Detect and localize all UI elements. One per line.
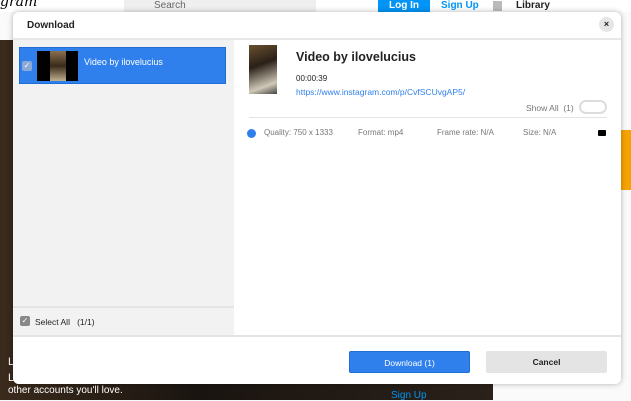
instagram-logo: gram bbox=[0, 0, 38, 10]
dialog-title: Download bbox=[27, 20, 75, 31]
select-all-bar: ✓ Select All (1/1) bbox=[13, 306, 234, 335]
show-all-toggle[interactable] bbox=[579, 100, 607, 114]
show-all-count: (1) bbox=[563, 103, 574, 113]
video-thumbnail bbox=[37, 51, 78, 81]
preview-panel: Video by ilovelucius 00:00:39 https://ww… bbox=[234, 40, 621, 335]
select-all-checkbox[interactable]: ✓ bbox=[20, 316, 30, 326]
dialog-footer: Download (1) Cancel bbox=[13, 335, 621, 384]
library-link[interactable]: Library bbox=[516, 0, 550, 12]
item-label: Video by ilovelucius bbox=[84, 57, 163, 67]
search-input[interactable]: Search bbox=[124, 0, 316, 12]
close-button[interactable]: × bbox=[599, 17, 614, 32]
select-all-count: (1/1) bbox=[77, 317, 95, 327]
download-button[interactable]: Download (1) bbox=[349, 351, 470, 373]
show-all-label: Show All bbox=[526, 103, 559, 113]
library-icon bbox=[493, 1, 502, 11]
duration: 00:00:39 bbox=[296, 74, 328, 83]
source-link[interactable]: https://www.instagram.com/p/CvfSCUvgAP5/ bbox=[296, 87, 465, 97]
instagram-topbar: gram Search Log In Sign Up Library bbox=[0, 0, 631, 12]
item-checkbox[interactable]: ✓ bbox=[22, 61, 32, 71]
preview-thumbnail bbox=[249, 45, 277, 94]
media-list-item[interactable]: ✓ Video by ilovelucius bbox=[19, 47, 226, 84]
signup-link-bottom[interactable]: Sign Up bbox=[391, 390, 427, 401]
divider bbox=[249, 117, 607, 118]
download-dialog: Download × ✓ Video by ilovelucius ✓ Sele… bbox=[13, 12, 621, 384]
login-button[interactable]: Log In bbox=[378, 0, 430, 12]
video-icon bbox=[598, 130, 606, 136]
signup-link[interactable]: Sign Up bbox=[441, 0, 479, 12]
format-radio[interactable] bbox=[247, 129, 256, 138]
size: Size: N/A bbox=[523, 128, 557, 137]
cancel-button[interactable]: Cancel bbox=[486, 351, 607, 373]
format: Format: mp4 bbox=[358, 128, 404, 137]
media-list: ✓ Video by ilovelucius ✓ Select All (1/1… bbox=[13, 40, 234, 335]
preview-title: Video by ilovelucius bbox=[296, 50, 416, 64]
background-text: other accounts you'll love. bbox=[8, 385, 123, 396]
quality: Quality: 750 x 1333 bbox=[264, 128, 333, 137]
dialog-header: Download × bbox=[13, 12, 621, 40]
select-all-label: Select All bbox=[35, 317, 70, 327]
frame-rate: Frame rate: N/A bbox=[437, 128, 494, 137]
